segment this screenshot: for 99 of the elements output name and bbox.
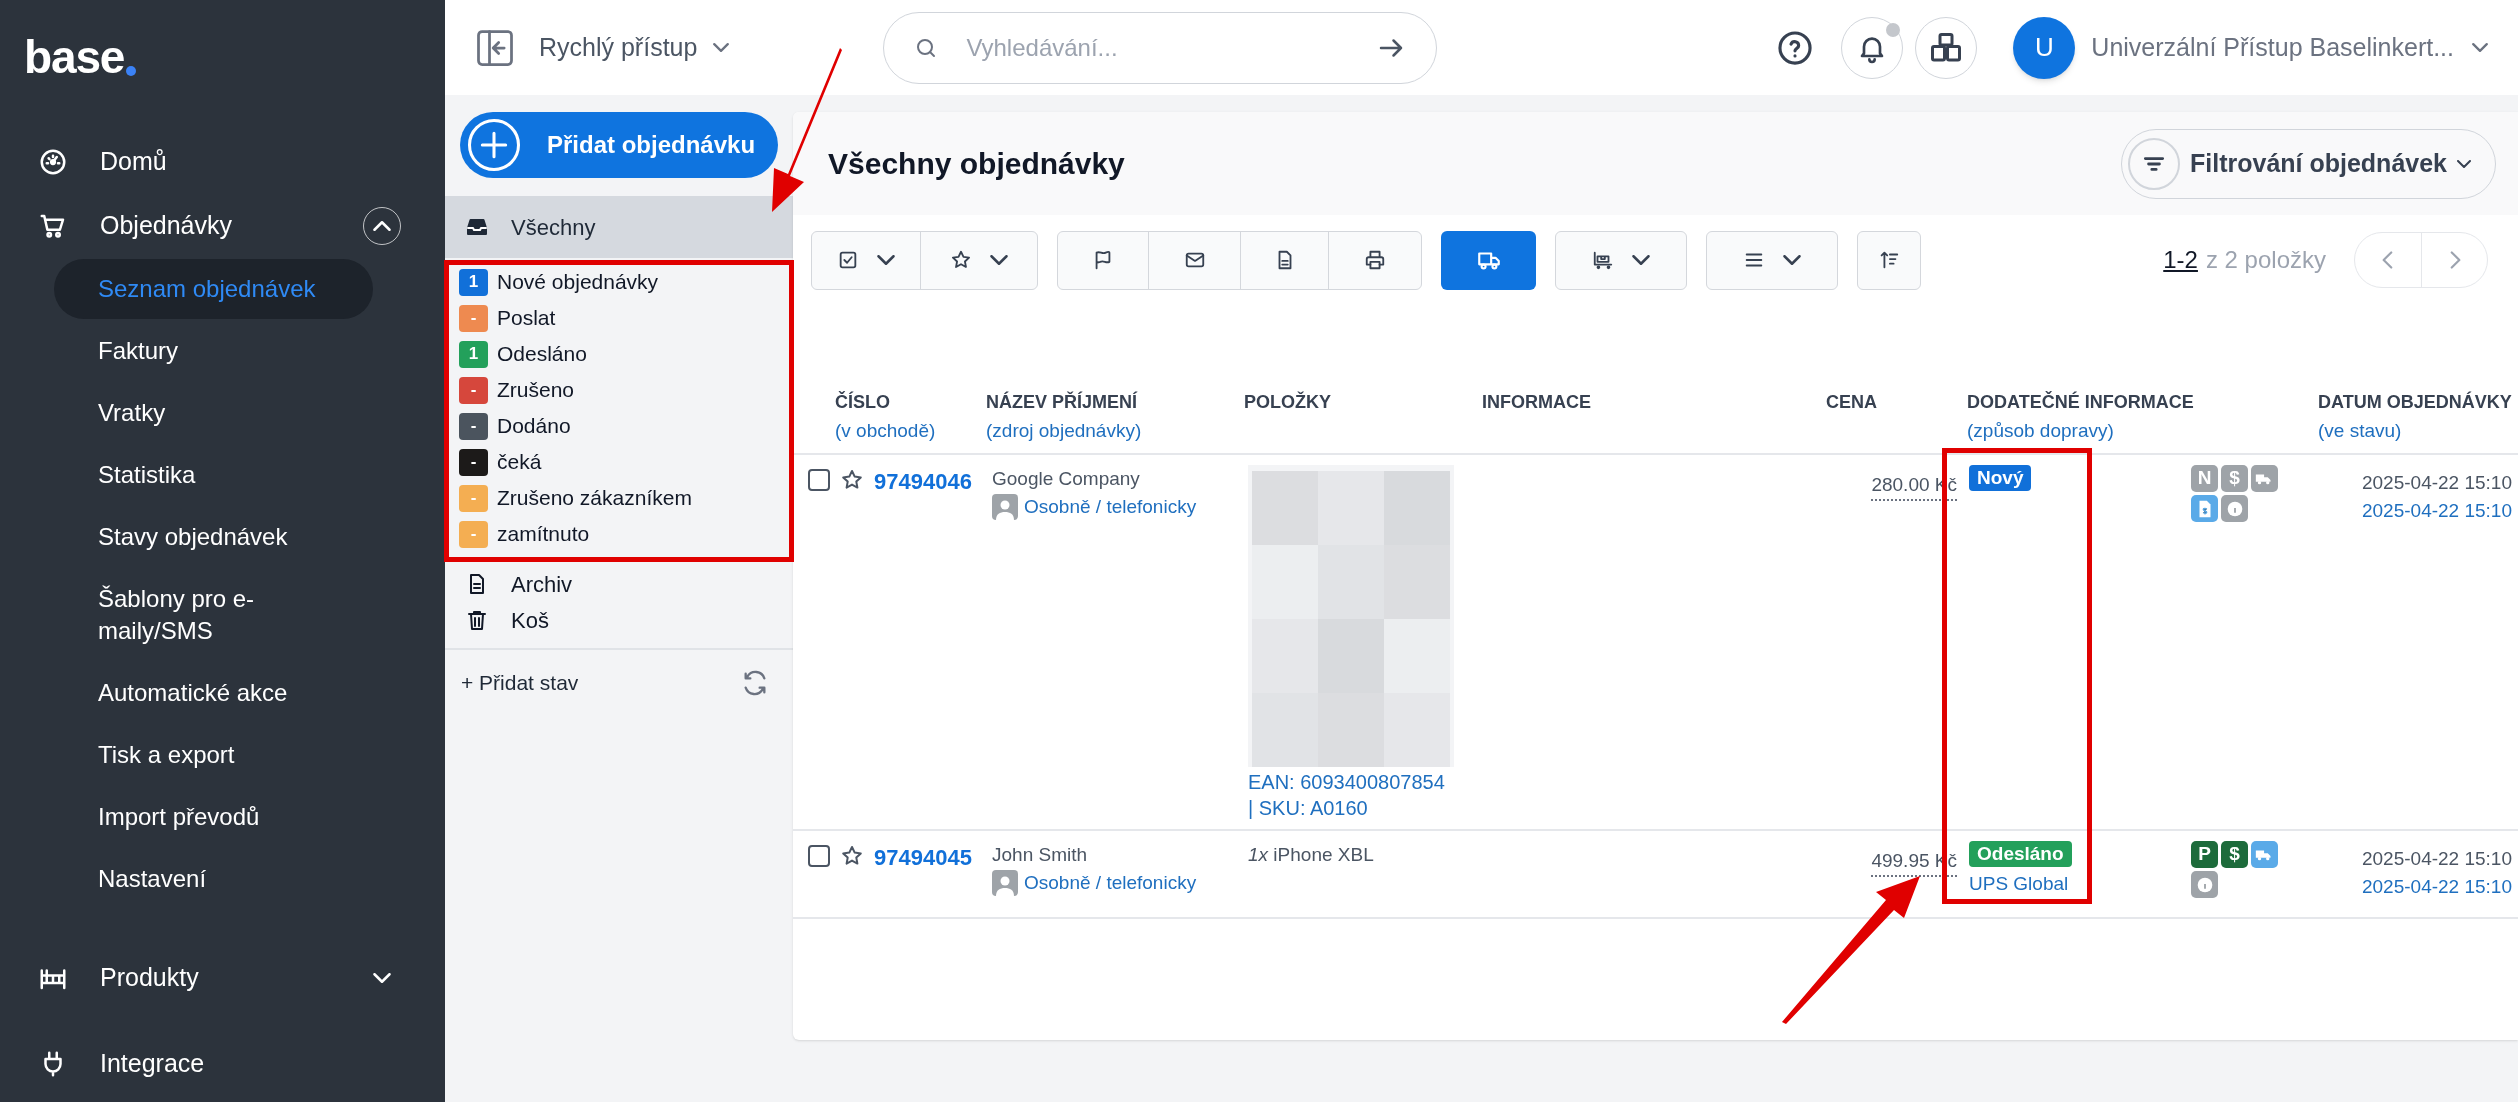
status-count-badge: - <box>459 484 488 512</box>
nav-label[interactable]: Integrace <box>100 1045 401 1083</box>
help-icon <box>1776 28 1815 67</box>
search-input[interactable]: Vyhledávání... <box>966 29 1377 66</box>
star-icon[interactable] <box>840 468 864 492</box>
folder-item[interactable]: Archiv <box>445 566 793 602</box>
subnav-item[interactable]: Vratky <box>54 383 373 443</box>
account-menu[interactable]: Univerzální Přístup Baselinkert... <box>2091 28 2488 67</box>
status-filter-item[interactable]: - čeká <box>445 444 793 480</box>
order-source: Osobně / telefonicky <box>1024 495 1197 519</box>
subnav-item[interactable]: Statistika <box>54 445 373 505</box>
customer-name: John Smith <box>992 843 1089 867</box>
person-icon <box>992 870 1018 896</box>
row-checkbox[interactable] <box>808 469 830 491</box>
flag-badge: $ <box>2221 841 2248 868</box>
column-header: DODATEČNÉ INFORMACE <box>1967 390 2191 414</box>
order-number-link[interactable]: 97494046 <box>874 465 972 498</box>
flag-badge: N <box>2191 465 2218 492</box>
nav-label[interactable]: Objednávky <box>100 207 363 245</box>
status-count-badge: - <box>459 304 488 332</box>
logo: base <box>24 34 125 80</box>
checkbox-icon <box>837 249 859 271</box>
subnav-item[interactable]: Import převodů <box>54 787 373 847</box>
subnav-item[interactable]: Šablony pro e-maily/SMS <box>54 569 373 661</box>
nav-icon <box>38 147 68 177</box>
column-header: INFORMACE <box>1482 391 1592 414</box>
chevron-up-icon <box>373 221 391 231</box>
column-header: ČÍSLO <box>835 390 891 414</box>
trash-icon <box>465 608 489 632</box>
flag-badge: $ <box>2221 465 2248 492</box>
status-date: 2025-04-22 15:10 <box>2362 875 2512 899</box>
column-subheader: (zdroj objednávky) <box>986 419 1143 443</box>
printer-icon <box>1364 249 1386 271</box>
column-subheader: (ve stavu) <box>2318 419 2403 443</box>
chevron-down-icon <box>2472 43 2488 52</box>
chevron-down-icon <box>1783 255 1801 265</box>
status-count-badge: - <box>459 376 488 404</box>
plus-circle-icon <box>466 117 522 173</box>
column-header: POLOŽKY <box>1244 390 1332 414</box>
sort-icon <box>1878 249 1900 271</box>
flag-badge: P <box>2191 841 2218 868</box>
subnav-item[interactable]: Tisk a export <box>54 725 373 785</box>
status-count-badge: 1 <box>459 268 488 296</box>
chevron-down-icon <box>2457 159 2471 168</box>
chevron-down-icon <box>1632 255 1650 265</box>
subnav-item[interactable]: Faktury <box>54 321 373 381</box>
subnav-item[interactable]: Nastavení <box>54 849 373 909</box>
column-subheader: (v obchodě) <box>835 419 937 443</box>
status-count-badge: - <box>459 448 488 476</box>
status-filter-item[interactable]: - Dodáno <box>445 408 793 444</box>
status-count-badge: 1 <box>459 340 488 368</box>
status-filter-item[interactable]: Všechny <box>445 196 793 258</box>
shipping-button[interactable] <box>1441 230 1536 290</box>
subnav-item[interactable]: Seznam objednávek <box>54 259 373 319</box>
status-count-badge: - <box>459 412 488 440</box>
star-icon[interactable] <box>840 844 864 868</box>
star-icon <box>950 249 972 271</box>
refresh-icon <box>741 669 769 697</box>
person-icon <box>992 494 1018 520</box>
order-item: 1x iPhone XBL <box>1248 843 1375 867</box>
page-range-link[interactable]: 1-2 <box>2163 242 2198 278</box>
chevron-down-icon <box>877 255 895 265</box>
nav-label[interactable]: Produkty <box>100 959 363 997</box>
user-avatar[interactable]: U <box>2013 16 2076 79</box>
chevron-down-icon <box>990 255 1008 265</box>
status-badge: Odesláno <box>1969 841 2072 867</box>
row-checkbox[interactable] <box>808 845 830 867</box>
column-subheader: (způsob dopravy) <box>1967 419 2115 443</box>
order-number-link[interactable]: 97494045 <box>874 841 972 874</box>
folder-item[interactable]: Koš <box>445 602 793 638</box>
order-date: 2025-04-22 15:10 <box>2362 847 2512 871</box>
status-date: 2025-04-22 15:10 <box>2362 499 2512 523</box>
status-filter-item[interactable]: - Poslat <box>445 300 793 336</box>
subnav-item[interactable]: Automatické akce <box>54 663 373 723</box>
status-count-badge: - <box>459 520 488 548</box>
cart-icon <box>1592 249 1614 271</box>
chevron-down-icon <box>373 973 391 983</box>
nav-label[interactable]: Domů <box>100 143 401 181</box>
subnav-item[interactable]: Stavy objednávek <box>54 507 373 567</box>
column-header: NÁZEV PŘÍJMENÍ <box>986 390 1139 414</box>
status-filter-item[interactable]: 1 Odesláno <box>445 336 793 372</box>
add-status-button[interactable]: + Přidat stav <box>461 667 579 699</box>
column-header: DATUM OBJEDNÁVKY <box>2318 390 2513 414</box>
add-order-button[interactable]: Přidat objednávku <box>460 112 778 178</box>
product-code: EAN: 6093400807854 | SKU: A0160 <box>1248 770 1446 821</box>
status-filter-item[interactable]: - zamítnuto <box>445 516 793 552</box>
customer-name: Google Company <box>992 467 1141 491</box>
quick-access-button[interactable]: Rychlý přístup <box>539 28 730 67</box>
shipping-method: UPS Global <box>1969 872 2069 896</box>
status-filter-item[interactable]: 1 Nové objednávky <box>445 264 793 300</box>
order-source: Osobně / telefonicky <box>1024 871 1197 895</box>
item-count: z 2 položky <box>2205 245 2326 275</box>
column-header: CENA <box>1826 391 1877 414</box>
page-title: Všechny objednávky <box>828 146 1125 182</box>
chevron-down-icon <box>713 43 730 52</box>
status-filter-item[interactable]: - Zrušeno zákazníkem <box>445 480 793 516</box>
order-date: 2025-04-22 15:10 <box>2362 471 2512 495</box>
status-badge: Nový <box>1969 465 2032 491</box>
status-filter-item[interactable]: - Zrušeno <box>445 372 793 408</box>
